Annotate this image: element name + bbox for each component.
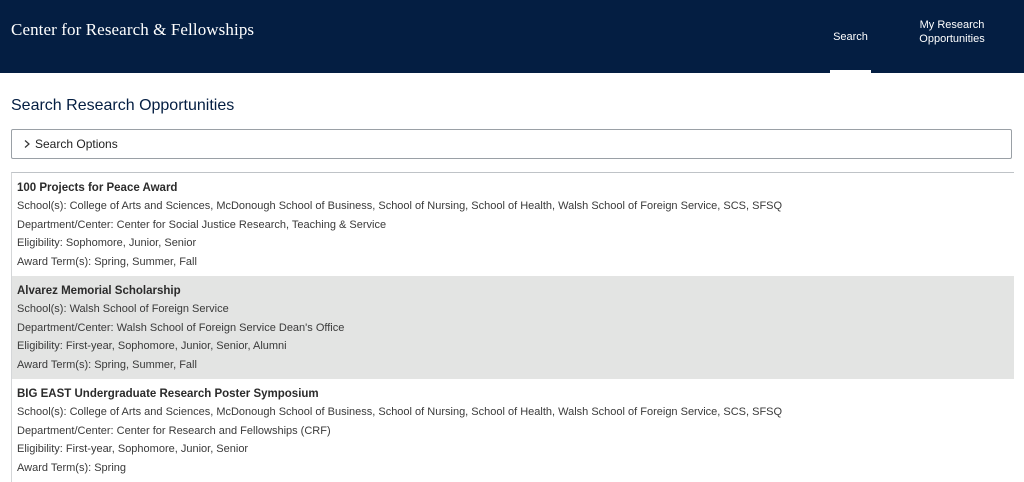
result-schools: School(s): Walsh School of Foreign Servi… (17, 303, 229, 315)
result-item[interactable]: 100 Projects for Peace Award School(s): … (12, 173, 1014, 276)
page-title: Search Research Opportunities (11, 97, 235, 114)
search-options-label: Search Options (35, 137, 118, 151)
result-title[interactable]: BIG EAST Undergraduate Research Poster S… (17, 385, 1014, 403)
site-header: Center for Research & Fellowships Search… (0, 0, 1024, 73)
result-title[interactable]: Alvarez Memorial Scholarship (17, 282, 1014, 300)
result-item[interactable]: BIG EAST Undergraduate Research Poster S… (12, 379, 1014, 482)
chevron-right-icon (20, 139, 34, 149)
result-department: Department/Center: Walsh School of Forei… (17, 321, 345, 334)
nav-tab-my-research-line1: My Research (919, 19, 985, 31)
search-options-toggle[interactable]: Search Options (11, 129, 1012, 159)
result-eligibility: Eligibility: First-year, Sophomore, Juni… (17, 340, 287, 353)
result-department: Department/Center: Center for Social Jus… (17, 218, 387, 231)
site-brand[interactable]: Center for Research & Fellowships (11, 20, 254, 40)
result-award-terms: Award Term(s): Spring, Summer, Fall (17, 359, 197, 372)
result-title[interactable]: 100 Projects for Peace Award (17, 179, 1014, 197)
result-award-terms: Award Term(s): Spring, Summer, Fall (17, 256, 197, 269)
result-eligibility: Eligibility: First-year, Sophomore, Juni… (17, 443, 249, 456)
result-award-terms: Award Term(s): Spring (17, 462, 127, 475)
result-department: Department/Center: Center for Research a… (17, 424, 331, 437)
results-list: 100 Projects for Peace Award School(s): … (11, 172, 1014, 482)
nav-tab-search-label: Search (833, 30, 868, 43)
nav-tab-my-research-line2: Opportunities (919, 33, 985, 45)
nav-tab-search[interactable]: Search (830, 0, 871, 73)
result-eligibility: Eligibility: Sophomore, Junior, Senior (17, 237, 197, 250)
nav-tab-my-research-opportunities[interactable]: My Research Opportunities (904, 18, 1000, 46)
result-schools: School(s): College of Arts and Sciences,… (17, 200, 783, 212)
active-tab-indicator (830, 70, 871, 73)
result-item[interactable]: Alvarez Memorial Scholarship School(s): … (12, 276, 1014, 379)
result-schools: School(s): College of Arts and Sciences,… (17, 406, 783, 418)
